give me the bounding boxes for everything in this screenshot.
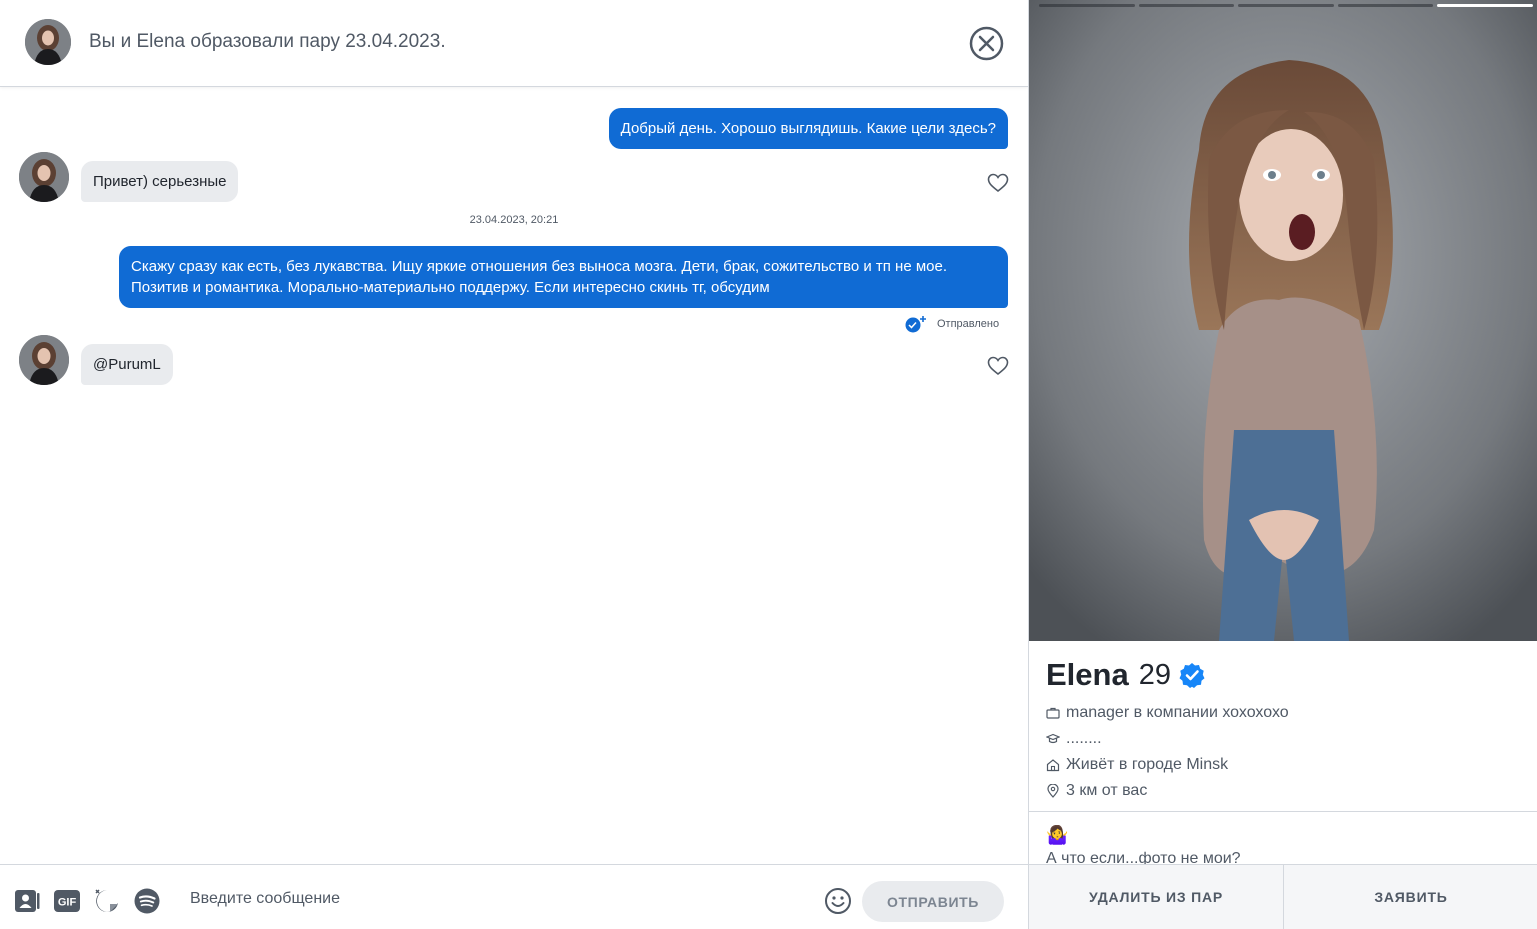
- profile-distance-text: 3 км от вас: [1066, 782, 1148, 799]
- gif-icon[interactable]: GIF: [53, 887, 81, 915]
- profile-job: manager в компании хохохохо: [1046, 704, 1289, 722]
- message-avatar[interactable]: [19, 152, 69, 202]
- profile-name-line: Elena 29: [1046, 657, 1205, 693]
- profile-city: Живёт в городе Minsk: [1046, 756, 1228, 774]
- profile-divider: [1029, 811, 1537, 812]
- message-outgoing[interactable]: Скажу сразу как есть, без лукавства. Ищу…: [119, 246, 1008, 308]
- photo-indicator[interactable]: [1039, 4, 1135, 7]
- photo-progress-bars: [1039, 4, 1533, 8]
- like-heart-icon[interactable]: [987, 356, 1009, 376]
- verified-badge-icon: [1179, 663, 1205, 688]
- profile-name: Elena: [1046, 657, 1129, 692]
- profile-age: 29: [1138, 658, 1171, 691]
- profile-panel: Elena 29 manager в компании хохохохо ...…: [1028, 0, 1537, 929]
- home-icon: [1046, 759, 1060, 772]
- message-input[interactable]: [178, 881, 808, 917]
- profile-school: ........: [1046, 730, 1102, 748]
- graduation-cap-icon: [1046, 733, 1060, 744]
- close-icon[interactable]: [969, 26, 1004, 61]
- message-timestamp: 23.04.2023, 20:21: [469, 214, 559, 226]
- svg-text:GIF: GIF: [58, 897, 77, 909]
- message-outgoing[interactable]: Добрый день. Хорошо выглядишь. Какие цел…: [608, 108, 1008, 149]
- contact-card-icon[interactable]: [13, 887, 41, 915]
- briefcase-icon: [1046, 707, 1060, 719]
- match-avatar[interactable]: [25, 19, 71, 65]
- profile-photo[interactable]: [1029, 0, 1537, 641]
- emoji-icon[interactable]: [824, 887, 852, 915]
- message-composer: GIF ОТПР: [0, 864, 1028, 929]
- profile-city-text: Живёт в городе Minsk: [1066, 756, 1229, 773]
- chat-panel: Вы и Elena образовали пару 23.04.2023. Д…: [0, 0, 1028, 929]
- message-status-text: Отправлено: [937, 318, 1000, 330]
- photo-indicator[interactable]: [1138, 4, 1235, 7]
- profile-school-text: ........: [1066, 730, 1102, 747]
- unmatch-button[interactable]: УДАЛИТЬ ИЗ ПАР: [1029, 865, 1283, 929]
- chat-header: Вы и Elena образовали пару 23.04.2023.: [0, 0, 1028, 87]
- message-incoming[interactable]: @PurumL: [81, 344, 173, 385]
- match-title: Вы и Elena образовали пару 23.04.2023.: [89, 31, 446, 52]
- photo-indicator-active[interactable]: [1437, 4, 1533, 7]
- send-button[interactable]: ОТПРАВИТЬ: [862, 881, 1004, 922]
- message-status: Отправлено: [903, 315, 999, 333]
- profile-distance: 3 км от вас: [1046, 782, 1147, 800]
- message-incoming[interactable]: Привет) серьезные: [81, 161, 239, 202]
- location-pin-icon: [1047, 784, 1059, 798]
- spotify-icon[interactable]: [133, 887, 161, 915]
- report-button[interactable]: ЗАЯВИТЬ: [1283, 865, 1537, 929]
- like-heart-icon[interactable]: [987, 173, 1009, 193]
- message-avatar[interactable]: [19, 335, 69, 385]
- photo-indicator[interactable]: [1337, 4, 1434, 7]
- bio-emoji: 🤷‍♀️: [1046, 825, 1069, 845]
- profile-actions: УДАЛИТЬ ИЗ ПАР ЗАЯВИТЬ: [1029, 864, 1537, 929]
- photo-indicator[interactable]: [1238, 4, 1334, 7]
- profile-job-text: manager в компании хохохохо: [1066, 704, 1289, 721]
- sticker-icon[interactable]: [93, 887, 121, 915]
- sent-check-icon: [905, 316, 926, 333]
